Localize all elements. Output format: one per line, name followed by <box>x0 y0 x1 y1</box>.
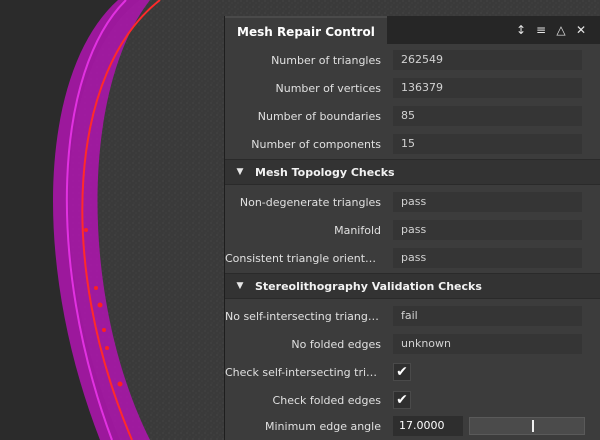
check-self-intersecting-checkbox[interactable]: ✔ <box>393 363 411 381</box>
check-label: No self-intersecting triangles <box>225 309 384 323</box>
check-row: No folded edges unknown <box>225 330 600 358</box>
min-edge-angle-input[interactable]: 17.0000 <box>393 416 463 436</box>
stat-row: Number of vertices 136379 <box>225 74 600 102</box>
check-row: Non-degenerate triangles pass <box>225 188 600 216</box>
collapse-icon[interactable]: △ <box>553 22 569 38</box>
close-icon[interactable]: ✕ <box>573 22 589 38</box>
check-label: Manifold <box>334 223 381 237</box>
stat-value: 262549 <box>393 50 582 70</box>
stat-value: 136379 <box>393 78 582 98</box>
stat-row: Number of components 15 <box>225 130 600 158</box>
check-label: Non-degenerate triangles <box>239 195 381 209</box>
stat-label: Number of components <box>251 137 381 151</box>
stat-value: 85 <box>393 106 582 126</box>
option-label: Minimum edge angle <box>265 419 381 433</box>
check-result: pass <box>393 192 582 212</box>
slider-handle[interactable] <box>532 420 534 432</box>
menu-icon[interactable]: ≡ <box>533 22 549 38</box>
caret-down-icon: ▼ <box>236 167 244 177</box>
panel-titlebar: Mesh Repair Control ↕ ≡ △ ✕ <box>225 16 600 44</box>
option-label: Check self-intersecting triang... <box>225 365 389 379</box>
check-row: Consistent triangle orientation pass <box>225 244 600 272</box>
stat-label: Number of boundaries <box>257 109 381 123</box>
check-result: fail <box>393 306 582 326</box>
caret-down-icon: ▼ <box>236 281 244 291</box>
option-label: Check folded edges <box>272 393 381 407</box>
section-title: Stereolithography Validation Checks <box>255 279 482 293</box>
check-result: unknown <box>393 334 582 354</box>
check-row: Manifold pass <box>225 216 600 244</box>
dock-icon[interactable]: ↕ <box>513 22 529 38</box>
check-row: No self-intersecting triangles fail <box>225 302 600 330</box>
option-row: Minimum edge angle 17.0000 <box>225 412 600 440</box>
section-mesh-topology[interactable]: ▼ Mesh Topology Checks <box>225 159 600 185</box>
option-row: Check self-intersecting triang... ✔ <box>225 358 600 386</box>
stat-row: Number of boundaries 85 <box>225 102 600 130</box>
section-stl-validation[interactable]: ▼ Stereolithography Validation Checks <box>225 273 600 299</box>
panel-title[interactable]: Mesh Repair Control <box>225 16 387 44</box>
min-edge-angle-slider[interactable] <box>469 417 585 435</box>
check-label: Consistent triangle orientation <box>225 251 389 265</box>
check-result: pass <box>393 220 582 240</box>
check-folded-edges-checkbox[interactable]: ✔ <box>393 391 411 409</box>
check-label: No folded edges <box>291 337 381 351</box>
stat-value: 15 <box>393 134 582 154</box>
mesh-repair-panel: Mesh Repair Control ↕ ≡ △ ✕ Number of tr… <box>224 16 600 440</box>
stat-label: Number of triangles <box>271 53 381 67</box>
check-result: pass <box>393 248 582 268</box>
stat-row: Number of triangles 262549 <box>225 46 600 74</box>
section-title: Mesh Topology Checks <box>255 165 395 179</box>
option-row: Check folded edges ✔ <box>225 386 600 414</box>
stat-label: Number of vertices <box>275 81 382 95</box>
